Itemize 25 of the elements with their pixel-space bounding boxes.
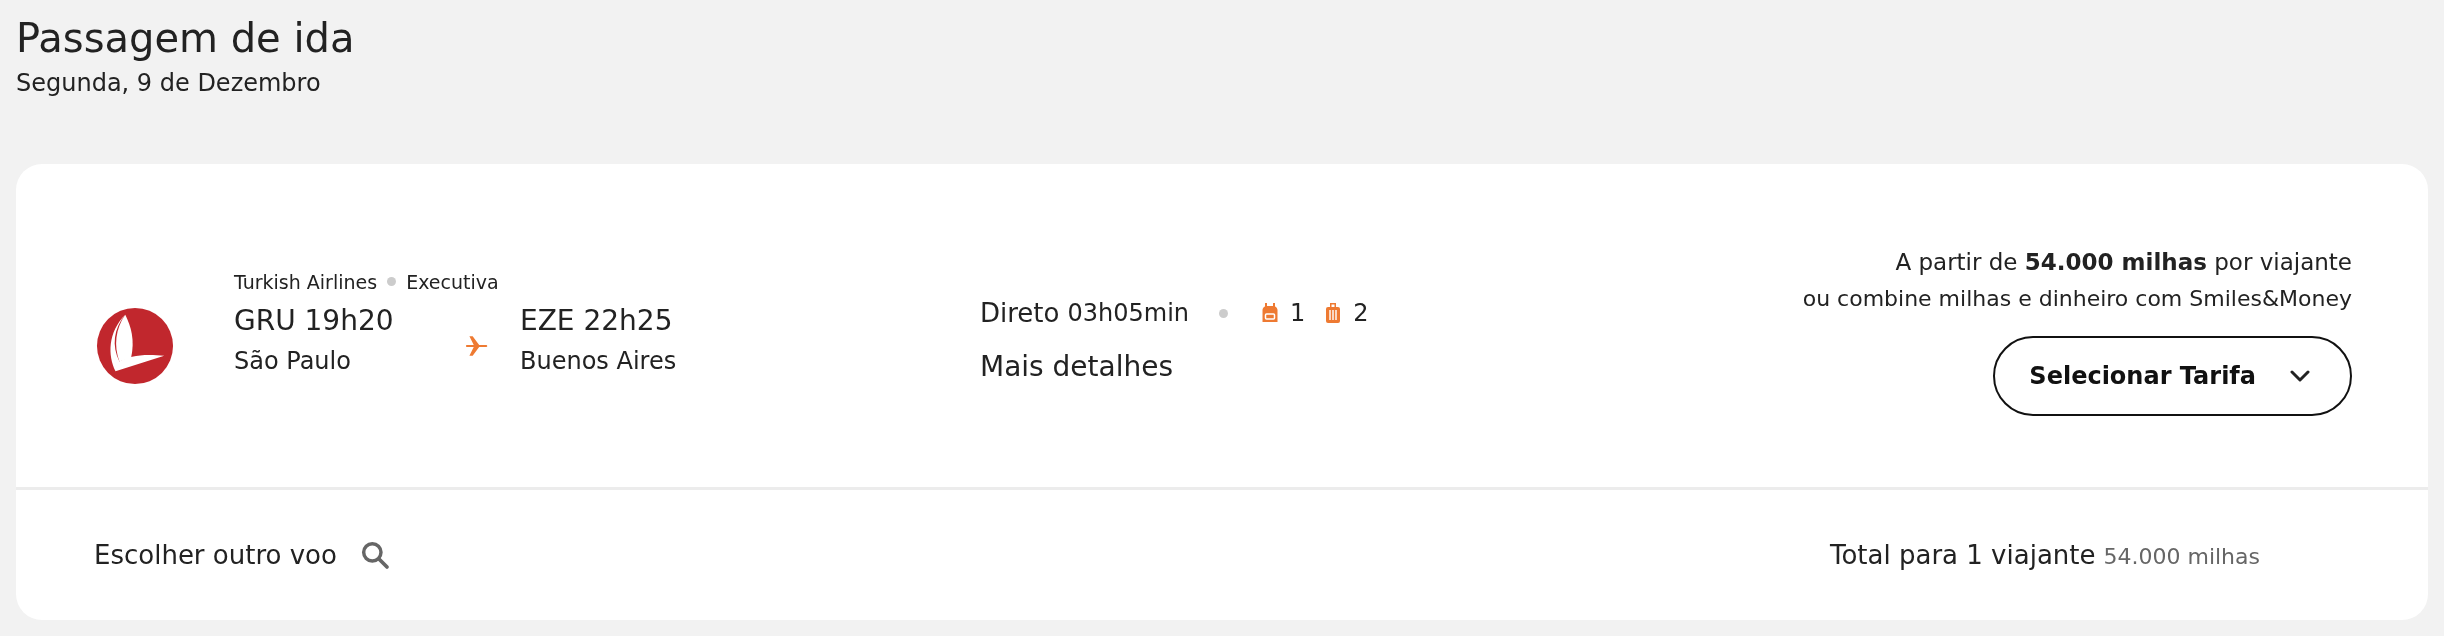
baggage-count: 2: [1353, 299, 1369, 327]
flight-date: Segunda, 9 de Dezembro: [16, 68, 322, 99]
flight-duration: 03h05min: [1067, 299, 1189, 327]
arrival-time: EZE 22h25: [520, 302, 674, 339]
choose-other-flight-button[interactable]: Escolher outro voo: [94, 539, 391, 571]
page-title: Passagem de ida: [16, 14, 356, 63]
total-label: Total para 1 viajante: [1830, 540, 2096, 570]
price-text: A partir de 54.000 milhas por viajante: [1895, 247, 2352, 277]
airline-logo-icon: [96, 306, 174, 385]
separator-dot-icon: [387, 277, 397, 286]
arrival-city: Buenos Aires: [520, 345, 678, 377]
cabin-class: Executiva: [406, 270, 499, 293]
stops-label: Direto: [980, 298, 1060, 328]
suitcase-icon: [1325, 302, 1342, 324]
total-value: 54.000 milhas: [2103, 544, 2260, 569]
details-link[interactable]: Mais detalhes: [980, 350, 1377, 383]
departure-time: GRU 19h20: [234, 302, 395, 339]
airline-name: Turkish Airlines: [234, 270, 378, 293]
chevron-down-icon: [2290, 369, 2310, 382]
select-fare-button[interactable]: Selecionar Tarifa: [1993, 335, 2352, 416]
departure-city: São Paulo: [234, 345, 352, 377]
baggage-count: 1: [1290, 299, 1306, 327]
separator-dot-icon: [1219, 308, 1228, 318]
backpack-icon: [1262, 302, 1278, 324]
smiles-money-text: ou combine milhas e dinheiro com Smiles&Money: [1802, 284, 2352, 313]
